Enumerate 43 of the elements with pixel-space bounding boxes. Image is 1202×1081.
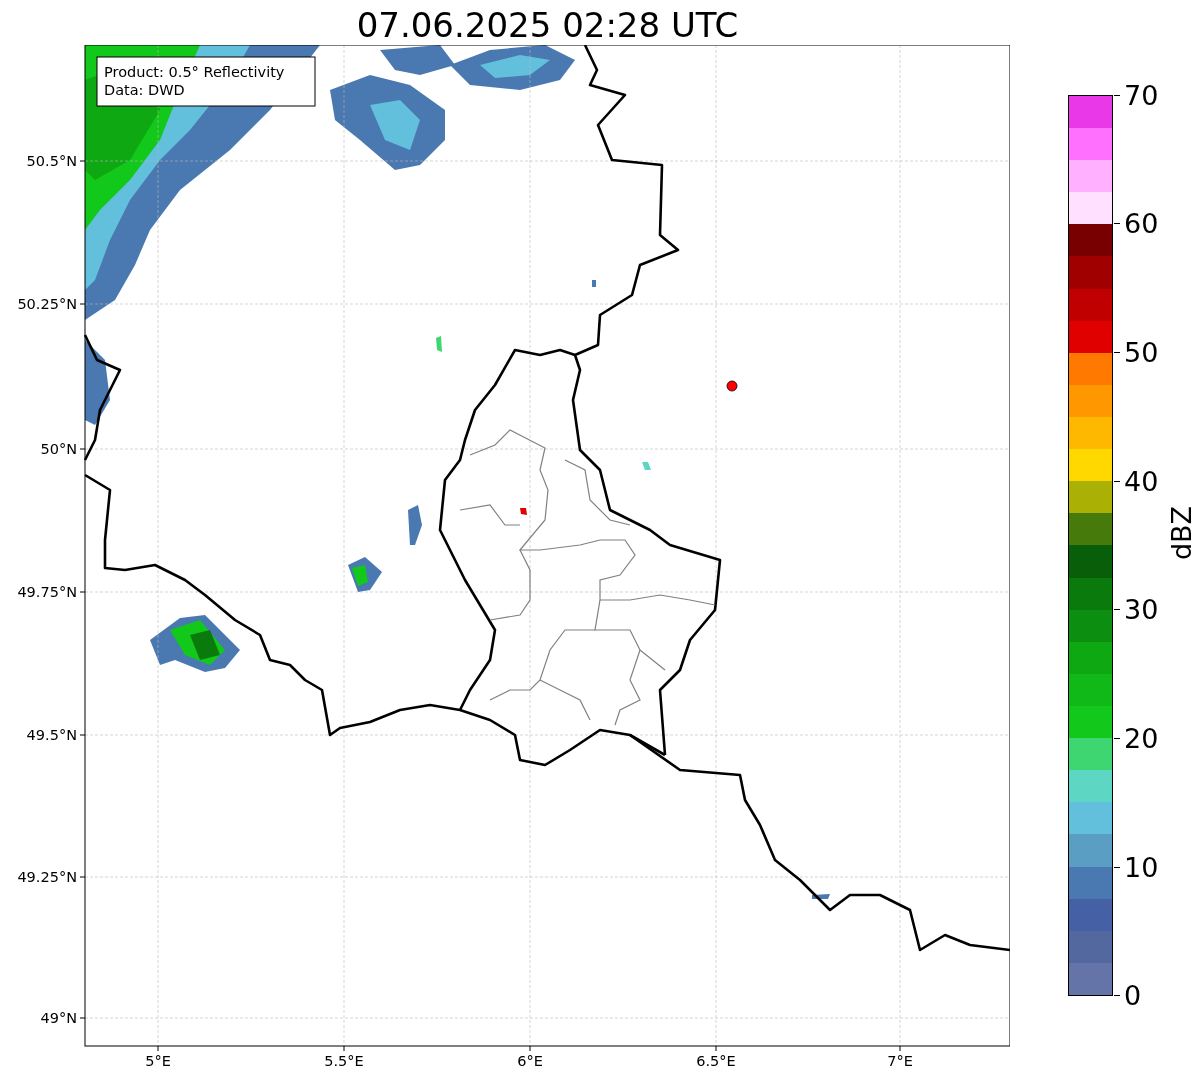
tick-mark xyxy=(79,160,86,162)
tick-mark xyxy=(899,1045,901,1052)
longitude-label: 6°E xyxy=(517,1053,543,1069)
radar-echo xyxy=(592,280,596,287)
latitude-label: 50.5°N xyxy=(26,153,77,169)
radar-echo xyxy=(812,894,830,899)
latitude-label: 50°N xyxy=(40,441,77,457)
colorbar-tick-label: 70 xyxy=(1124,79,1159,111)
latitude-label: 49.75°N xyxy=(17,584,77,600)
colorbar-tick-label: 50 xyxy=(1124,336,1159,368)
colorbar-tick-label: 60 xyxy=(1124,208,1159,240)
colorbar-tick-label: 40 xyxy=(1124,465,1159,497)
radar-echo xyxy=(520,508,527,515)
radar-site-marker xyxy=(726,380,738,392)
tick-mark xyxy=(157,1045,159,1052)
tick-mark xyxy=(79,591,86,593)
tick-mark xyxy=(79,1017,86,1019)
colorbar-tick-label: 30 xyxy=(1124,594,1159,626)
colorbar-tick-label: 20 xyxy=(1124,723,1159,754)
tick-mark xyxy=(715,1045,717,1052)
longitude-label: 5.5°E xyxy=(324,1053,364,1069)
radar-echo xyxy=(642,462,651,470)
latitude-label: 49°N xyxy=(40,1010,77,1026)
longitude-label: 7°E xyxy=(887,1053,913,1069)
attribution-text: Product: 0.5° Reflectivity xyxy=(104,64,285,80)
tick-mark xyxy=(529,1045,531,1052)
tick-mark xyxy=(79,448,86,450)
longitude-label: 6.5°E xyxy=(696,1053,736,1069)
colorbar-tick-label: 0 xyxy=(1124,980,1142,1012)
tick-mark xyxy=(79,734,86,736)
attribution-text: Data: DWD xyxy=(104,82,185,98)
radar-echo xyxy=(408,505,422,545)
colorbar-label: dBZ xyxy=(1165,505,1197,561)
map-title: 07.06.2025 02:28 UTC xyxy=(356,3,739,42)
latitude-label: 49.5°N xyxy=(26,727,77,743)
latitude-label: 50.25°N xyxy=(17,296,77,312)
tick-mark xyxy=(343,1045,345,1052)
radar-echo xyxy=(436,336,442,352)
tick-mark xyxy=(79,876,86,878)
colorbar-tick-label: 10 xyxy=(1124,851,1159,883)
tick-mark xyxy=(79,303,86,305)
latitude-label: 49.25°N xyxy=(17,869,77,885)
longitude-label: 5°E xyxy=(145,1053,171,1069)
